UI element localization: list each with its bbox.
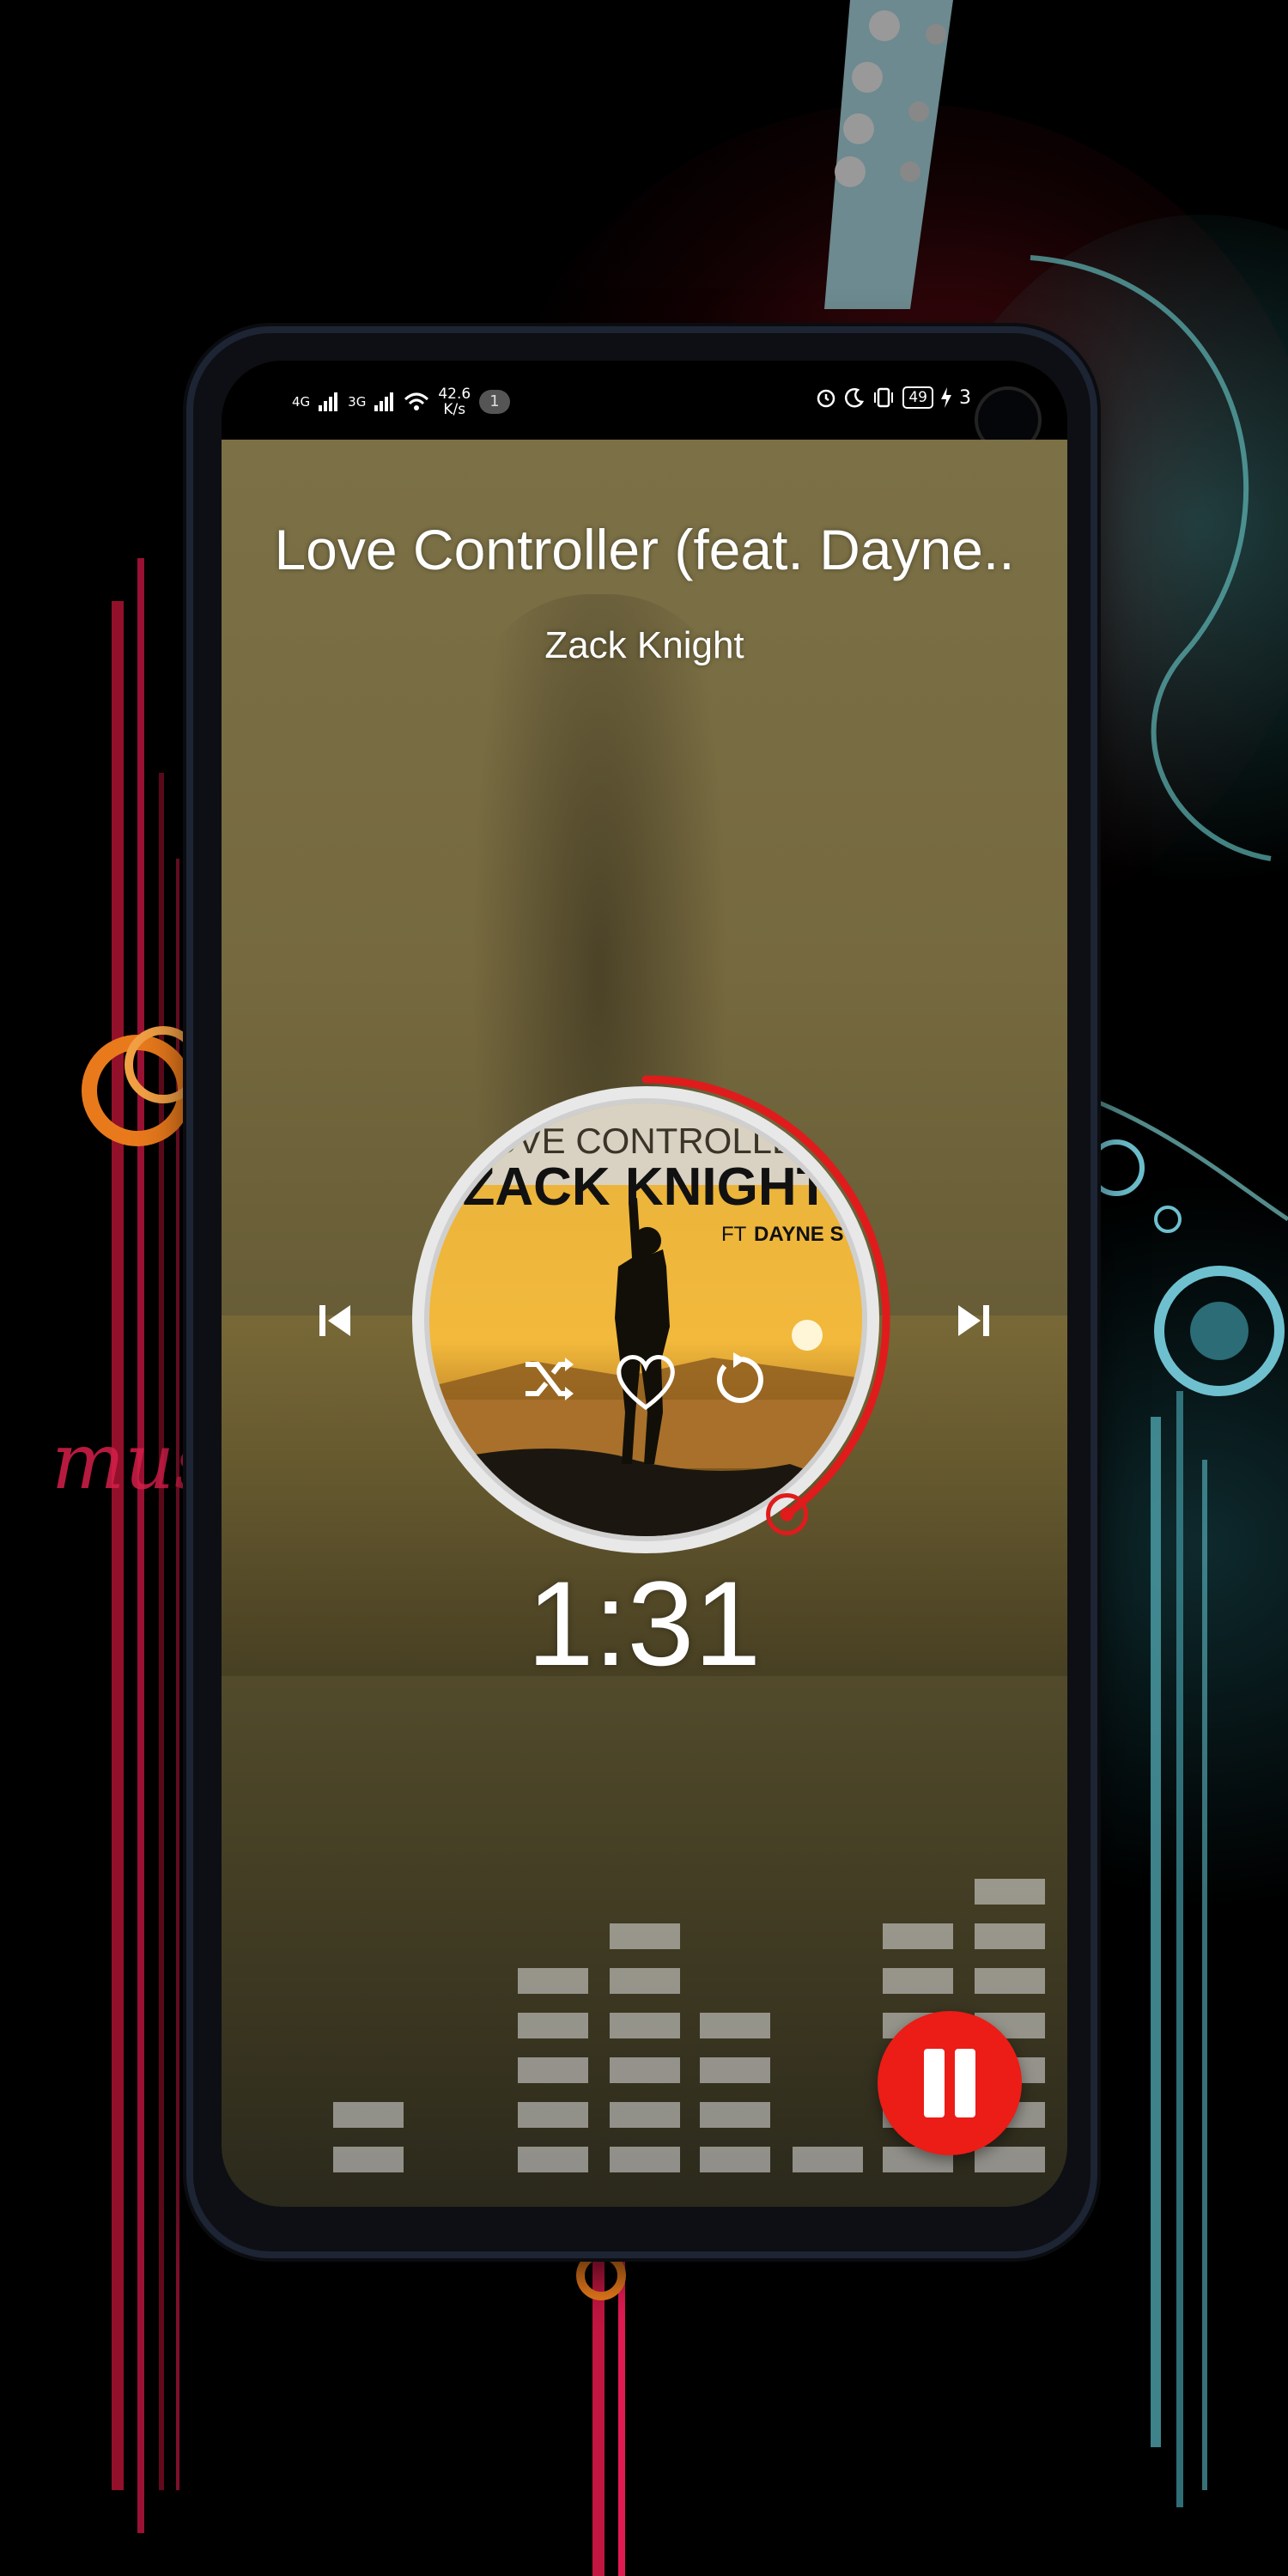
album-art-image: LOVE CONTROLLER ZACK KNIGHT FT DAYNE S [429,1103,862,1536]
equalizer-block [975,1968,1045,1994]
equalizer-block [610,2102,680,2128]
progress-thumb-dot [780,1507,794,1522]
equalizer-block [610,2057,680,2083]
equalizer-block [883,1923,953,1949]
equalizer-block [700,2102,770,2128]
network-speed-value: 42.6 [438,386,471,403]
equalizer-block [700,2057,770,2083]
signal-2-label: 3G [348,394,367,410]
repeat-icon [717,1352,763,1403]
alarm-icon [817,389,835,408]
equalizer-block [610,1923,680,1949]
wallpaper: mus 4G 3G 42.6 K/s 1 49 3 Love Controlle… [0,0,1288,2576]
favorite-button[interactable] [611,1349,680,1414]
equalizer-block [700,2013,770,2038]
clock-fragment: 3 [959,386,971,409]
status-left: 4G 3G 42.6 K/s 1 [292,386,510,417]
status-right: 49 3 [815,386,971,409]
equalizer-block [610,2147,680,2172]
equalizer-block [518,2057,588,2083]
network-speed-unit: K/s [443,401,466,418]
equalizer-block [975,1923,1045,1949]
signal-bars-icon [319,392,338,411]
signal-bars-icon [374,392,394,411]
equalizer-block [975,2147,1045,2172]
equalizer-block [333,2102,404,2128]
battery-level: 49 [902,386,933,409]
equalizer-block [610,2013,680,2038]
equalizer-block [883,1968,953,1994]
wifi-icon [404,392,429,410]
album-art: LOVE CONTROLLER ZACK KNIGHT FT DAYNE S [429,1103,862,1536]
equalizer-block [610,1968,680,1994]
album-art-line3-name: DAYNE S [754,1223,843,1246]
shuffle-icon [526,1358,574,1400]
heart-icon [617,1355,675,1411]
skip-next-icon [958,1305,989,1336]
network-speed: 42.6 K/s [438,386,471,417]
equalizer-block [333,2147,404,2172]
previous-track-button[interactable] [311,1297,359,1345]
equalizer-block [518,2102,588,2128]
album-art-line2: ZACK KNIGHT [462,1157,829,1217]
charging-icon [941,387,951,408]
status-bar: 4G 3G 42.6 K/s 1 49 3 [222,361,1067,453]
album-art-line3-prefix: FT [721,1223,747,1246]
skip-previous-icon [319,1305,350,1336]
album-disc: LOVE CONTROLLER ZACK KNIGHT FT DAYNE S [397,1071,895,1569]
equalizer-block [518,2147,588,2172]
notification-badge: 1 [479,390,510,414]
pause-icon-right-bar [955,2049,975,2117]
pause-icon-left-bar [924,2049,945,2117]
equalizer-block [518,2013,588,2038]
background-script-text: mus [52,1417,215,1507]
vibrate-icon [874,387,894,408]
elapsed-time: 1:31 [526,1556,762,1691]
shuffle-button[interactable] [519,1349,579,1409]
signal-1-label: 4G [292,394,311,410]
equalizer-block [975,1879,1045,1905]
repeat-button[interactable] [708,1347,769,1409]
moon-icon [845,388,865,408]
play-pause-button[interactable] [878,2011,1022,2155]
equalizer-block [793,2147,863,2172]
equalizer-block [700,2147,770,2172]
next-track-button[interactable] [950,1297,998,1345]
equalizer-block [518,1968,588,1994]
